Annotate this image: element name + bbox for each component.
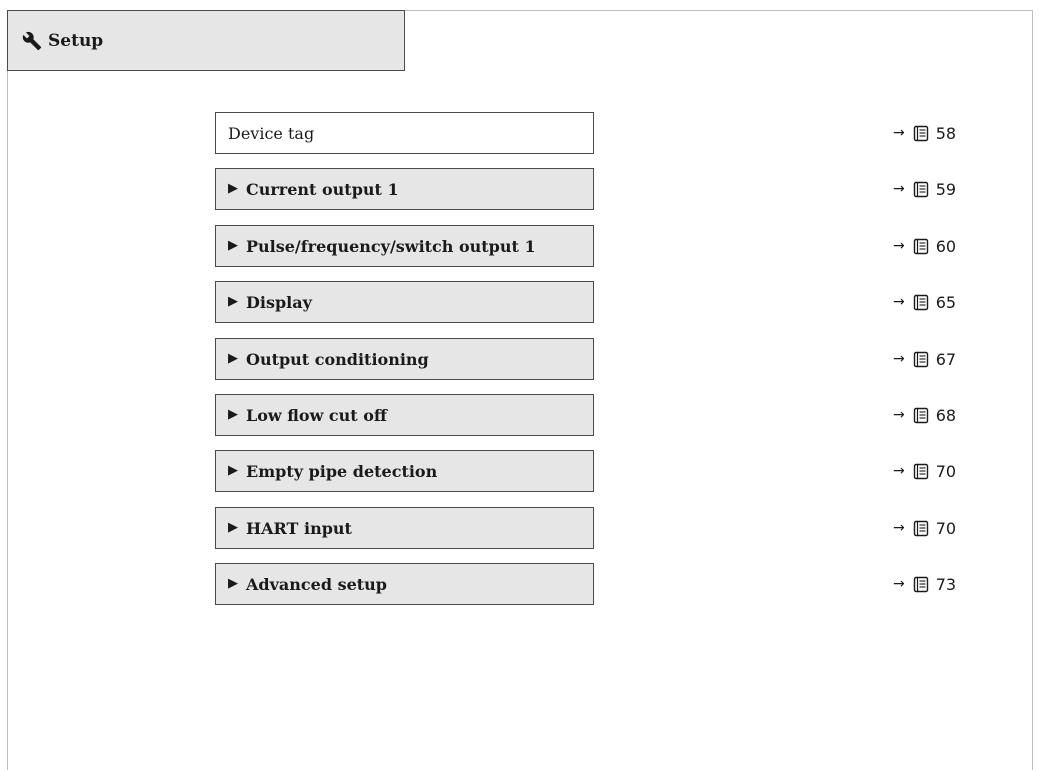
page-reference-link[interactable]: → 67 <box>893 338 983 380</box>
page-number: 58 <box>935 123 957 143</box>
right-arrow-icon: → <box>893 125 905 141</box>
page-number: 70 <box>935 518 957 538</box>
row-label: Empty pipe detection <box>246 461 438 481</box>
submenu-triangle-icon: ▶ <box>228 293 238 309</box>
page-reference-link[interactable]: → 65 <box>893 281 983 323</box>
page-number: 65 <box>935 292 957 312</box>
submenu-output-conditioning[interactable]: ▶ Output conditioning <box>215 338 594 380</box>
right-arrow-icon: → <box>893 294 905 310</box>
submenu-triangle-icon: ▶ <box>228 575 238 591</box>
right-arrow-icon: → <box>893 576 905 592</box>
page-number: 60 <box>935 236 957 256</box>
page-number: 70 <box>935 461 957 481</box>
row-label: Device tag <box>228 123 315 143</box>
book-page-icon <box>913 181 929 198</box>
book-page-icon <box>913 520 929 537</box>
wrench-icon <box>22 31 42 50</box>
submenu-current-output-1[interactable]: ▶ Current output 1 <box>215 168 594 210</box>
submenu-triangle-icon: ▶ <box>228 462 238 478</box>
submenu-pulse-frequency-switch-output-1[interactable]: ▶ Pulse/frequency/switch output 1 <box>215 225 594 267</box>
submenu-triangle-icon: ▶ <box>228 350 238 366</box>
page-number: 59 <box>935 179 957 199</box>
row-label: Low flow cut off <box>246 405 388 425</box>
page-number: 68 <box>935 405 957 425</box>
row-label: Advanced setup <box>246 574 387 594</box>
row-label: Current output 1 <box>246 179 399 199</box>
book-page-icon <box>913 407 929 424</box>
setup-menu-header[interactable]: Setup <box>7 10 405 71</box>
row-label: Output conditioning <box>246 349 429 369</box>
book-page-icon <box>913 351 929 368</box>
page-reference-link[interactable]: → 68 <box>893 394 983 436</box>
submenu-advanced-setup[interactable]: ▶ Advanced setup <box>215 563 594 605</box>
row-label: Display <box>246 292 312 312</box>
right-arrow-icon: → <box>893 181 905 197</box>
page-number: 67 <box>935 349 957 369</box>
page-reference-link[interactable]: → 58 <box>893 112 983 154</box>
submenu-display[interactable]: ▶ Display <box>215 281 594 323</box>
book-page-icon <box>913 125 929 142</box>
book-page-icon <box>913 576 929 593</box>
right-arrow-icon: → <box>893 407 905 423</box>
submenu-triangle-icon: ▶ <box>228 519 238 535</box>
right-arrow-icon: → <box>893 351 905 367</box>
book-page-icon <box>913 463 929 480</box>
right-arrow-icon: → <box>893 520 905 536</box>
page-reference-link[interactable]: → 70 <box>893 507 983 549</box>
setup-title: Setup <box>48 30 104 51</box>
submenu-low-flow-cut-off[interactable]: ▶ Low flow cut off <box>215 394 594 436</box>
book-page-icon <box>913 294 929 311</box>
row-label: Pulse/frequency/switch output 1 <box>246 236 536 256</box>
page-number: 73 <box>935 574 957 594</box>
submenu-triangle-icon: ▶ <box>228 406 238 422</box>
book-page-icon <box>913 238 929 255</box>
parameter-device-tag[interactable]: Device tag <box>215 112 594 154</box>
page-reference-link[interactable]: → 59 <box>893 168 983 210</box>
right-arrow-icon: → <box>893 463 905 479</box>
right-arrow-icon: → <box>893 238 905 254</box>
submenu-triangle-icon: ▶ <box>228 180 238 196</box>
page-reference-link[interactable]: → 70 <box>893 450 983 492</box>
submenu-empty-pipe-detection[interactable]: ▶ Empty pipe detection <box>215 450 594 492</box>
page-reference-link[interactable]: → 60 <box>893 225 983 267</box>
row-label: HART input <box>246 518 352 538</box>
page-reference-link[interactable]: → 73 <box>893 563 983 605</box>
submenu-triangle-icon: ▶ <box>228 237 238 253</box>
submenu-hart-input[interactable]: ▶ HART input <box>215 507 594 549</box>
